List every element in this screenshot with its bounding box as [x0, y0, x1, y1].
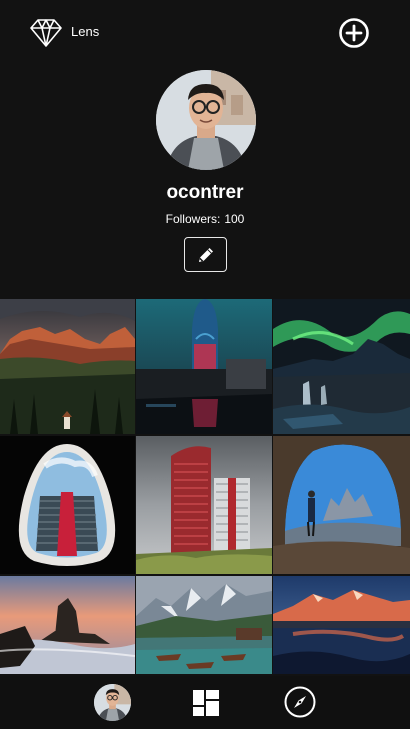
bottom-nav — [0, 676, 410, 729]
photo-grid — [0, 299, 410, 674]
photo-tile[interactable] — [273, 299, 410, 434]
followers-label: Followers: — [165, 212, 221, 226]
username: ocontrer — [166, 182, 244, 203]
photo-tile[interactable] — [136, 576, 272, 674]
grid-layout-icon[interactable] — [193, 690, 219, 716]
followers-count: 100 — [224, 212, 245, 226]
compass-icon[interactable] — [284, 686, 316, 718]
avatar[interactable] — [156, 70, 256, 170]
app-name: Lens — [71, 24, 100, 39]
photo-tile[interactable] — [136, 299, 272, 434]
nav-profile-avatar[interactable] — [94, 684, 131, 721]
diamond-icon[interactable] — [30, 18, 62, 48]
photo-tile[interactable] — [0, 576, 135, 674]
photo-tile[interactable] — [0, 299, 135, 434]
photo-tile[interactable] — [136, 436, 272, 574]
photo-tile[interactable] — [273, 436, 410, 574]
followers-info: Followers: 100 — [0, 212, 410, 226]
edit-profile-button[interactable] — [184, 237, 227, 272]
photo-tile[interactable] — [0, 436, 135, 574]
pencil-icon — [198, 247, 213, 262]
plus-circle-icon[interactable] — [338, 17, 370, 49]
app-header: Lens — [0, 0, 410, 64]
photo-tile[interactable] — [273, 576, 410, 674]
